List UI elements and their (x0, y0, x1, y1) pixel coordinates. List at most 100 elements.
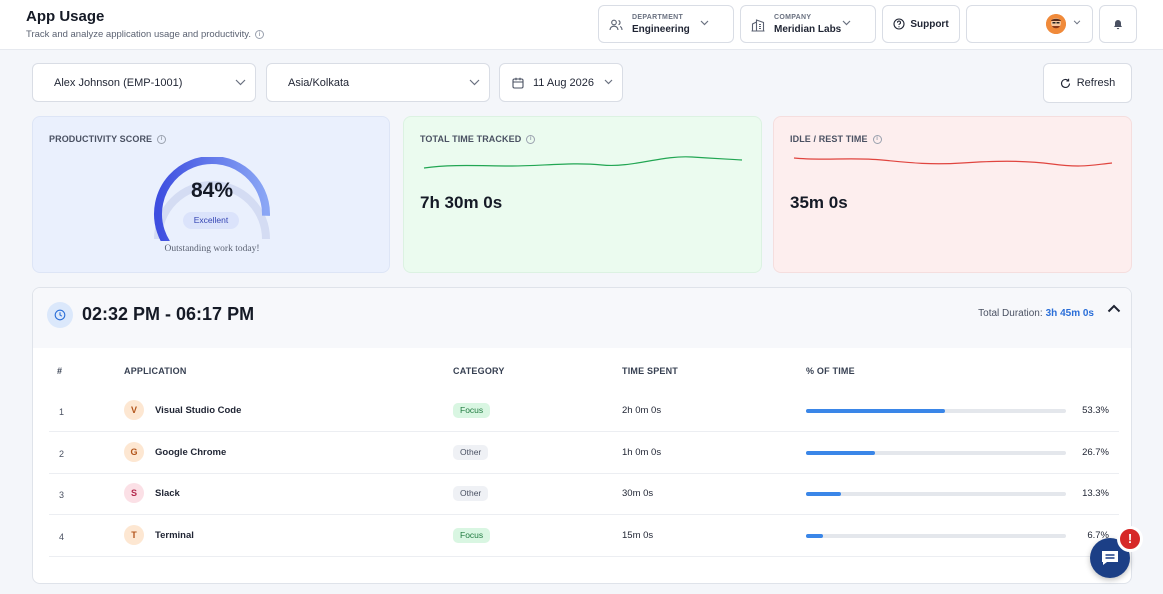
app-name: Visual Studio Code (155, 405, 242, 416)
time-spent: 1h 0m 0s (622, 447, 662, 458)
chevron-down-icon (1073, 20, 1081, 25)
idle-sparkline (793, 157, 1113, 167)
productivity-title: PRODUCTIVITY SCORE (49, 134, 153, 144)
column-header-percent: % OF TIME (806, 366, 855, 376)
bell-icon (1114, 20, 1122, 30)
info-icon[interactable]: i (872, 134, 882, 144)
table-row[interactable]: 1 V Visual Studio Code Focus 2h 0m 0s 53… (49, 390, 1119, 432)
info-icon[interactable]: i (254, 30, 264, 39)
chevron-down-icon (604, 79, 613, 85)
department-value: Engineering (632, 24, 690, 35)
duration-label: Total Duration: (978, 308, 1043, 319)
category-badge: Other (453, 445, 489, 460)
app-icon: G (124, 442, 144, 462)
idle-value: 35m 0s (790, 193, 848, 212)
column-header-application: APPLICATION (124, 366, 187, 376)
percent-bar-fill (806, 451, 876, 455)
app-icon: S (124, 483, 144, 503)
session-range: 02:32 PM - 06:17 PM (82, 304, 255, 324)
employee-select[interactable]: Alex Johnson (EMP-1001) (32, 63, 256, 102)
percent-value: 53.3% (1082, 405, 1109, 416)
date-value: 11 Aug 2026 (533, 77, 594, 89)
time-spent: 30m 0s (622, 488, 654, 499)
table-row[interactable]: 4 T Terminal Focus 15m 0s 6.7% (49, 515, 1119, 557)
page-title: App Usage (26, 8, 105, 25)
idle-title: IDLE / REST TIME (790, 134, 868, 144)
table-row[interactable]: 2 G Google Chrome Other 1h 0m 0s 26.7% (49, 432, 1119, 474)
percent-value: 26.7% (1082, 447, 1109, 458)
page-header: App Usage Track and analyze application … (0, 0, 1163, 50)
department-label: DEPARTMENT (632, 14, 684, 21)
percent-bar-fill (806, 534, 824, 538)
row-number: 3 (59, 490, 65, 500)
tracked-title: TOTAL TIME TRACKED (420, 134, 522, 144)
percent-bar-fill (806, 409, 945, 413)
chevron-down-icon (235, 79, 246, 86)
row-number: 2 (59, 449, 65, 459)
info-icon[interactable]: i (157, 134, 167, 144)
time-tracked-card: TOTAL TIME TRACKED i 7h 30m 0s (403, 116, 762, 273)
support-button[interactable]: Support (882, 5, 960, 43)
chevron-down-icon (469, 79, 480, 86)
session-header[interactable]: 02:32 PM - 06:17 PM Total Duration: 3h 45… (33, 288, 1131, 348)
timezone-select[interactable]: Asia/Kolkata (266, 63, 490, 102)
column-header-number: # (57, 366, 63, 376)
percent-bar (806, 492, 1066, 496)
alert-badge[interactable]: ! (1117, 526, 1143, 552)
company-selector[interactable]: COMPANY Meridian Labs (740, 5, 876, 43)
building-icon (751, 19, 765, 32)
user-menu[interactable] (966, 5, 1093, 43)
productivity-note: Outstanding work today! (164, 244, 260, 254)
avatar (1046, 14, 1066, 34)
support-label: Support (910, 18, 949, 30)
row-number: 1 (59, 407, 65, 417)
percent-value: 13.3% (1082, 488, 1109, 499)
company-value: Meridian Labs (774, 24, 842, 35)
calendar-icon (512, 77, 524, 89)
column-header-category: CATEGORY (453, 366, 505, 376)
category-badge: Focus (453, 528, 491, 543)
refresh-label: Refresh (1076, 77, 1116, 89)
app-icon: V (124, 400, 144, 420)
percent-bar (806, 409, 1066, 413)
subtitle-text: Track and analyze application usage and … (26, 29, 251, 40)
tracked-value: 7h 30m 0s (420, 193, 503, 212)
date-picker[interactable]: 11 Aug 2026 (499, 63, 623, 102)
chevron-up-icon[interactable] (1107, 304, 1121, 313)
column-header-time-spent: TIME SPENT (622, 366, 679, 376)
category-badge: Other (453, 486, 489, 501)
page-subtitle: Track and analyze application usage and … (26, 29, 264, 40)
app-icon: T (124, 525, 144, 545)
time-spent: 2h 0m 0s (622, 405, 662, 416)
table-row[interactable]: 3 S Slack Other 30m 0s 13.3% (49, 473, 1119, 515)
row-number: 4 (59, 532, 65, 542)
refresh-icon (1060, 78, 1070, 88)
app-name: Google Chrome (155, 447, 227, 458)
info-icon[interactable]: i (526, 134, 536, 144)
idle-time-card: IDLE / REST TIME i 35m 0s (773, 116, 1132, 273)
timezone-value: Asia/Kolkata (288, 77, 350, 89)
tracked-sparkline (423, 156, 743, 169)
company-label: COMPANY (774, 14, 812, 21)
app-name: Slack (155, 488, 180, 499)
percent-bar (806, 451, 1066, 455)
status-badge: Excellent (183, 212, 239, 229)
chevron-down-icon (700, 20, 709, 26)
chevron-down-icon (842, 20, 851, 26)
percent-bar (806, 534, 1066, 538)
session-panel: 02:32 PM - 06:17 PM Total Duration: 3h 45… (32, 287, 1132, 584)
notifications-button[interactable] (1099, 5, 1137, 43)
app-name: Terminal (155, 530, 194, 541)
employee-value: Alex Johnson (EMP-1001) (54, 77, 183, 89)
percent-bar-fill (806, 492, 841, 496)
category-badge: Focus (453, 403, 491, 418)
refresh-button[interactable]: Refresh (1043, 63, 1132, 103)
department-selector[interactable]: DEPARTMENT Engineering (598, 5, 734, 43)
time-spent: 15m 0s (622, 530, 654, 541)
session-duration: Total Duration: 3h 45m 0s (978, 308, 1094, 319)
chat-icon (1102, 551, 1118, 565)
help-circle-icon (893, 18, 905, 30)
productivity-card: PRODUCTIVITY SCORE i 84% Excellent Outsta… (32, 116, 390, 273)
productivity-score: 84% (190, 179, 234, 202)
users-icon (609, 19, 623, 31)
